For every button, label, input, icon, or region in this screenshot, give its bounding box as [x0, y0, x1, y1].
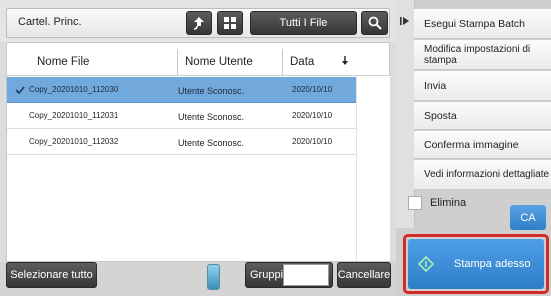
view-toggle-button[interactable] — [217, 11, 243, 35]
groups-label: Gruppi — [250, 269, 284, 281]
file-user: Utente Sconosc. — [178, 112, 245, 122]
file-user: Utente Sconosc. — [178, 86, 245, 96]
expand-arrow-icon — [400, 17, 409, 25]
file-table: Nome File Nome Utente Data Copy_20201010… — [6, 42, 390, 262]
table-row[interactable]: Copy_20201010_112030 Utente Sconosc. 202… — [7, 77, 356, 103]
menu-item-preview[interactable]: Conferma immagine — [414, 131, 551, 159]
column-header-date[interactable]: Data — [290, 49, 314, 75]
menu-item-move[interactable]: Sposta — [414, 102, 551, 130]
file-date: 2020/10/10 — [292, 111, 333, 120]
bottom-bar: Selezionare tutto Gruppi Cancellare — [0, 262, 396, 296]
scroll-track[interactable] — [356, 76, 390, 261]
header-divider — [7, 75, 389, 76]
menu-item-send[interactable]: Invia — [414, 71, 551, 101]
up-folder-button[interactable] — [186, 11, 212, 35]
column-divider — [177, 49, 178, 75]
grid-view-icon — [224, 17, 236, 29]
select-all-button[interactable]: Selezionare tutto — [6, 262, 97, 288]
sort-down-icon[interactable] — [341, 56, 349, 66]
file-list-panel: Cartel. Princ. Tutti I File Nome File No… — [0, 0, 396, 296]
toolbar: Cartel. Princ. Tutti I File — [0, 0, 396, 42]
panel-collapse-toggle[interactable] — [396, 0, 415, 228]
column-header-name[interactable]: Nome File — [37, 49, 89, 75]
groups-field[interactable] — [283, 264, 329, 286]
file-name: Copy_20201010_112032 — [29, 137, 119, 146]
storage-icon — [207, 264, 220, 290]
delete-checkbox[interactable] — [408, 196, 422, 210]
print-now-button[interactable]: Stampa adesso — [408, 239, 544, 289]
groups-button[interactable]: Gruppi — [245, 262, 333, 288]
checkmark-icon — [15, 86, 25, 94]
menu-item-batch-print[interactable]: Esegui Stampa Batch — [414, 9, 551, 39]
column-header-user[interactable]: Nome Utente — [185, 49, 253, 75]
file-name: Copy_20201010_112030 — [29, 85, 119, 94]
file-date: 2020/10/10 — [292, 137, 333, 146]
column-divider — [282, 49, 283, 75]
cancel-button[interactable]: Cancellare — [337, 262, 391, 288]
up-arrow-icon — [193, 17, 204, 30]
search-icon — [368, 16, 382, 30]
search-button[interactable] — [361, 11, 388, 35]
folder-label: Cartel. Princ. — [18, 16, 82, 28]
table-row[interactable]: Copy_20201010_112032 Utente Sconosc. 202… — [7, 129, 356, 155]
menu-item-print-settings[interactable]: Modifica impostazioni di stampa — [414, 40, 551, 70]
table-row[interactable]: Copy_20201010_112031 Utente Sconosc. 202… — [7, 103, 356, 129]
start-diamond-icon — [418, 256, 434, 272]
file-user: Utente Sconosc. — [178, 138, 245, 148]
menu-item-details[interactable]: Vedi informazioni dettagliate — [414, 160, 551, 190]
file-filter-button[interactable]: Tutti I File — [250, 11, 357, 35]
file-name: Copy_20201010_112031 — [29, 111, 119, 120]
print-now-label: Stampa adesso — [454, 258, 531, 270]
file-date: 2020/10/10 — [292, 85, 333, 94]
ca-button[interactable]: CA — [510, 205, 546, 230]
delete-label: Elimina — [430, 197, 467, 209]
